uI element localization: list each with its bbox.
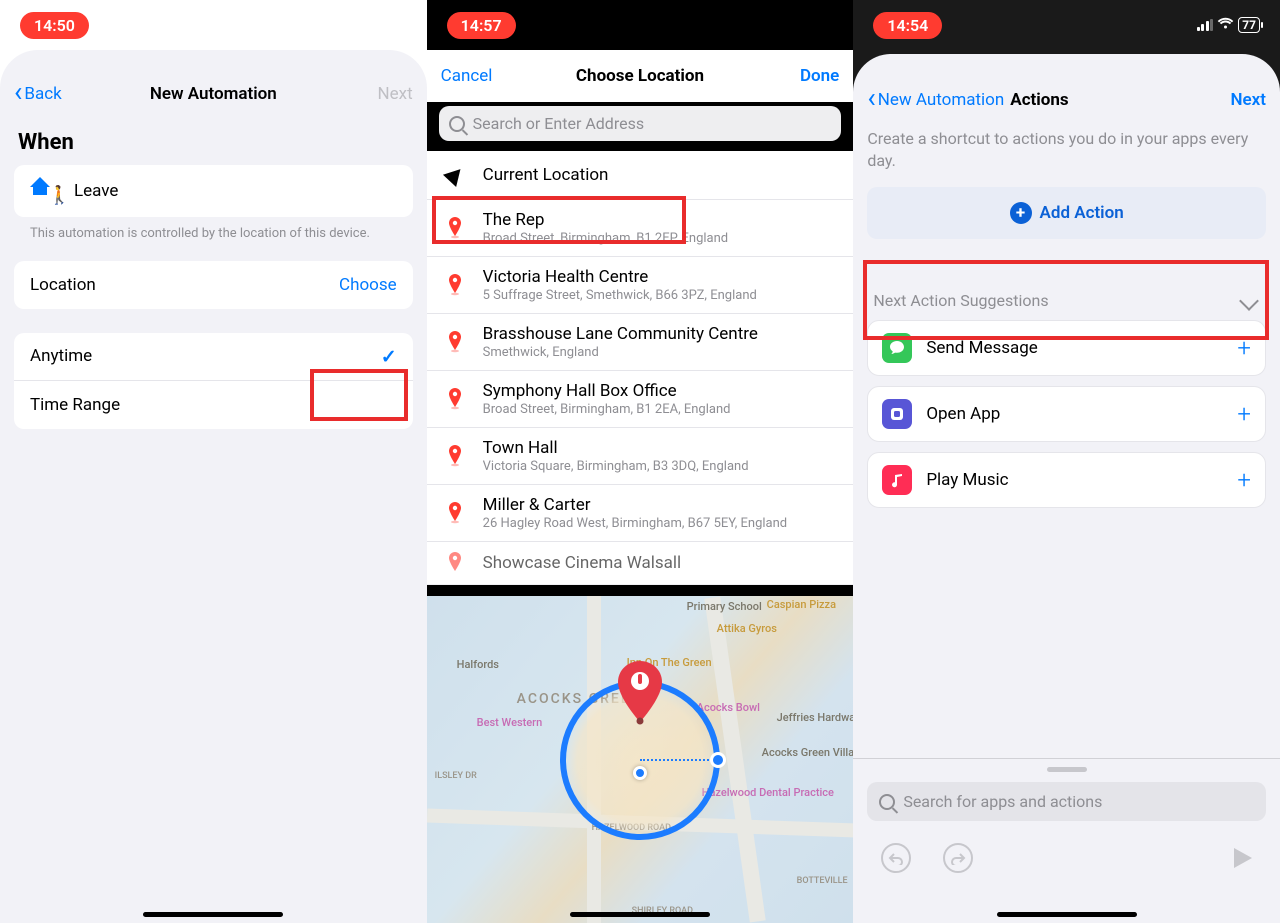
search-placeholder: Search or Enter Address xyxy=(473,114,644,133)
redo-icon[interactable] xyxy=(943,843,973,873)
location-row[interactable]: Victoria Health Centre5 Suffrage Street,… xyxy=(427,257,854,314)
nav-bar: Back New Automation Next xyxy=(0,50,427,114)
location-arrow-icon xyxy=(443,167,467,183)
cellular-icon xyxy=(343,19,360,31)
status-time: 14:50 xyxy=(20,12,89,39)
location-list[interactable]: Current Location The RepBroad Street, Bi… xyxy=(427,151,854,585)
add-icon[interactable]: + xyxy=(1237,466,1251,494)
location-row[interactable]: The RepBroad Street, Birmingham, B1 2EP,… xyxy=(427,200,854,257)
location-row[interactable]: Location Choose xyxy=(14,261,413,309)
open-app-icon xyxy=(882,399,912,429)
bottom-search-placeholder: Search for apps and actions xyxy=(903,792,1102,811)
suggestion-open-app[interactable]: Open App + xyxy=(867,386,1266,442)
next-button[interactable]: Next xyxy=(343,84,413,104)
battery-indicator: 77 xyxy=(1238,17,1260,33)
add-action-button[interactable]: + Add Action xyxy=(867,187,1266,239)
nav-title: Choose Location xyxy=(511,66,770,86)
location-card: Location Choose xyxy=(14,261,413,309)
chevron-down-icon xyxy=(1239,291,1259,311)
current-location-row[interactable]: Current Location xyxy=(427,151,854,200)
suggestions-header[interactable]: Next Action Suggestions xyxy=(853,239,1280,320)
add-action-label: Add Action xyxy=(1040,203,1124,223)
location-row[interactable]: Symphony Hall Box OfficeBroad Street, Bi… xyxy=(427,371,854,428)
status-bar: 14:54 77 xyxy=(853,0,1280,50)
add-icon[interactable]: + xyxy=(1237,400,1251,428)
pin-icon xyxy=(443,552,467,574)
pin-icon xyxy=(443,274,467,296)
suggestions-title: Next Action Suggestions xyxy=(873,291,1048,310)
anytime-label: Anytime xyxy=(30,346,381,366)
location-row[interactable]: Showcase Cinema Walsall xyxy=(427,542,854,585)
pin-icon xyxy=(443,331,467,353)
home-indicator[interactable] xyxy=(143,912,283,917)
battery-indicator: 77 xyxy=(385,17,407,33)
location-label: Location xyxy=(30,275,339,295)
choose-button[interactable]: Choose xyxy=(339,275,397,295)
plus-circle-icon: + xyxy=(1010,202,1032,224)
nav-title: Actions xyxy=(1010,90,1068,110)
location-row[interactable]: Brasshouse Lane Community CentreSmethwic… xyxy=(427,314,854,371)
search-input[interactable]: Search or Enter Address xyxy=(439,106,842,141)
home-indicator[interactable] xyxy=(997,912,1137,917)
search-icon xyxy=(449,116,465,132)
run-icon[interactable] xyxy=(1234,848,1252,868)
phone-actions: 14:54 77 New Automation Actions Next Cre… xyxy=(853,0,1280,923)
map-pin-icon[interactable] xyxy=(615,661,665,729)
user-location-dot xyxy=(633,766,647,780)
radius-line xyxy=(640,759,720,761)
wifi-icon xyxy=(791,17,808,34)
search-icon xyxy=(879,794,895,810)
messages-icon xyxy=(882,333,912,363)
checkmark-icon: ✓ xyxy=(381,345,397,368)
phone-choose-location: 14:57 76 Cancel Choose Location Done Sea… xyxy=(427,0,854,923)
time-range-label: Time Range xyxy=(30,395,397,415)
nav-bar: New Automation Actions Next xyxy=(853,54,1280,120)
sheet-grabber[interactable] xyxy=(1047,767,1087,772)
battery-indicator: 76 xyxy=(812,17,834,33)
back-button[interactable]: Back xyxy=(14,84,84,104)
anytime-row[interactable]: Anytime ✓ xyxy=(14,333,413,381)
suggestion-send-message[interactable]: Send Message + xyxy=(867,320,1266,376)
description-text: Create a shortcut to actions you do in y… xyxy=(853,120,1280,187)
trigger-row[interactable]: 🚶 Leave xyxy=(14,165,413,217)
add-icon[interactable]: + xyxy=(1237,334,1251,362)
home-indicator[interactable] xyxy=(570,912,710,917)
next-button[interactable]: Next xyxy=(1230,90,1266,110)
cellular-icon xyxy=(770,19,787,31)
status-bar: 14:57 76 xyxy=(427,0,854,50)
pin-icon xyxy=(443,445,467,467)
cellular-icon xyxy=(1197,19,1214,31)
nav-bar: Cancel Choose Location Done xyxy=(427,50,854,102)
phone-new-automation: 14:50 77 Back New Automation Next When 🚶… xyxy=(0,0,427,923)
bottom-search-input[interactable]: Search for apps and actions xyxy=(867,782,1266,821)
map[interactable]: ACOCKS GREEN Halfords Best Western Inn O… xyxy=(427,596,854,923)
when-header: When xyxy=(0,114,427,165)
pin-icon xyxy=(443,388,467,410)
location-row[interactable]: Miller & Carter26 Hagley Road West, Birm… xyxy=(427,485,854,542)
undo-icon[interactable] xyxy=(881,843,911,873)
time-card: Anytime ✓ Time Range xyxy=(14,333,413,429)
wifi-icon xyxy=(364,17,381,34)
status-time: 14:54 xyxy=(873,12,942,39)
trigger-label: Leave xyxy=(74,181,397,201)
helper-text: This automation is controlled by the loc… xyxy=(0,217,427,261)
pin-icon xyxy=(443,217,467,239)
pin-icon xyxy=(443,502,467,524)
suggestion-play-music[interactable]: Play Music + xyxy=(867,452,1266,508)
nav-title: New Automation xyxy=(84,84,343,104)
location-row[interactable]: Town HallVictoria Square, Birmingham, B3… xyxy=(427,428,854,485)
back-button[interactable]: New Automation xyxy=(867,90,1004,110)
cancel-button[interactable]: Cancel xyxy=(441,66,511,86)
wifi-icon xyxy=(1217,17,1234,34)
music-icon xyxy=(882,465,912,495)
done-button[interactable]: Done xyxy=(769,66,839,86)
status-bar: 14:50 77 xyxy=(0,0,427,50)
current-location-label: Current Location xyxy=(483,165,838,185)
radius-handle[interactable] xyxy=(710,752,726,768)
time-range-row[interactable]: Time Range xyxy=(14,381,413,429)
trigger-card: 🚶 Leave xyxy=(14,165,413,217)
status-time: 14:57 xyxy=(447,12,516,39)
leave-icon: 🚶 xyxy=(30,177,64,205)
bottom-sheet[interactable]: Search for apps and actions xyxy=(853,758,1280,923)
